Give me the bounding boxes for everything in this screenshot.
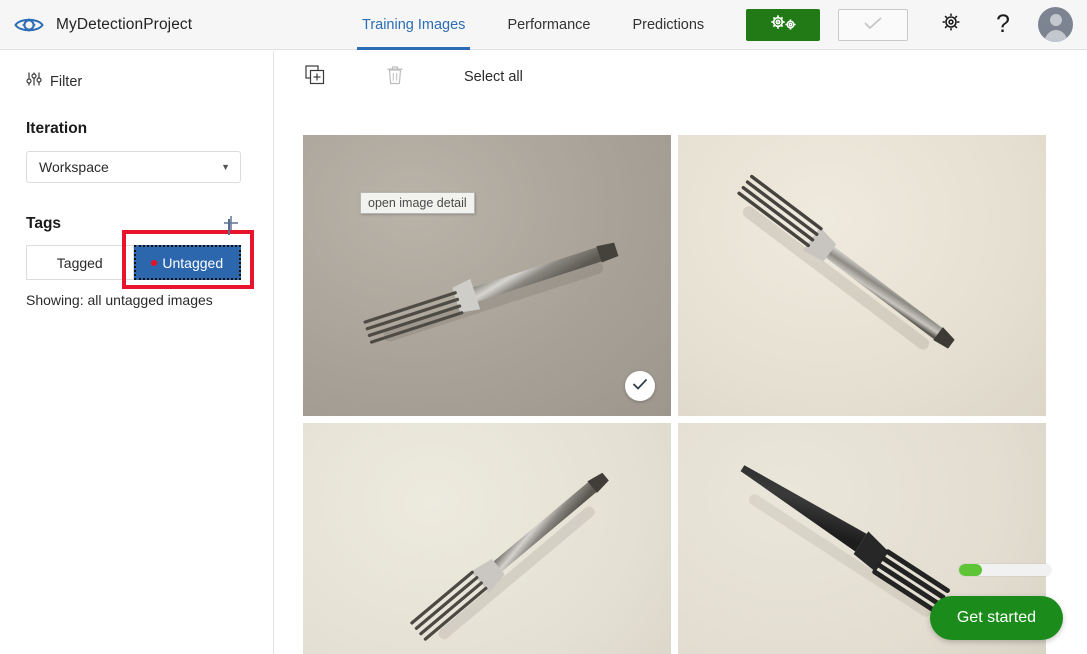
chevron-down-icon: ▼ — [221, 162, 230, 172]
left-sidebar: Filter Iteration Workspace ▼ Tags Tagged… — [0, 51, 274, 654]
page-title: MyDetectionProject — [56, 15, 193, 33]
iteration-select-value: Workspace — [39, 159, 109, 175]
gallery-item-1[interactable]: open image detail — [303, 135, 671, 416]
avatar[interactable] — [1038, 7, 1073, 42]
checkmark-icon — [632, 377, 648, 395]
tag-filter-segmented-control: Tagged Untagged — [26, 245, 241, 280]
eye-gear-icon — [12, 8, 46, 42]
untagged-status-dot — [151, 259, 158, 266]
training-image-1 — [303, 135, 671, 416]
tag-filter-untagged-button[interactable]: Untagged — [133, 245, 241, 280]
settings-button[interactable] — [932, 6, 970, 44]
training-image-2 — [678, 135, 1046, 416]
brand-area: MyDetectionProject — [0, 8, 275, 42]
add-images-button[interactable] — [298, 60, 332, 94]
iteration-select[interactable]: Workspace ▼ — [26, 151, 241, 183]
main-nav-tabs: Training Images Performance Predictions — [341, 0, 725, 50]
select-all-button[interactable]: Select all — [464, 69, 523, 85]
iteration-heading: Iteration — [26, 120, 88, 137]
header-actions: ? — [746, 6, 1087, 44]
filter-label: Filter — [50, 73, 83, 90]
gallery-item-3[interactable] — [303, 423, 671, 654]
image-gallery-grid: open image detail — [275, 135, 1087, 654]
filter-button[interactable]: Filter — [0, 71, 273, 92]
tab-training-images-label: Training Images — [362, 16, 466, 33]
add-images-icon — [305, 64, 325, 90]
filter-sliders-icon — [26, 71, 42, 92]
train-button[interactable] — [746, 8, 820, 41]
help-button[interactable]: ? — [984, 6, 1022, 44]
double-gear-icon — [766, 13, 800, 36]
trash-icon — [386, 65, 404, 90]
app-header: MyDetectionProject Training Images Perfo… — [0, 0, 1087, 50]
annotation-tick-mark — [228, 219, 230, 235]
checkmark-icon — [863, 16, 883, 33]
gear-icon — [940, 11, 962, 38]
onboarding-progress-bar — [959, 564, 1051, 576]
delete-button[interactable] — [378, 60, 412, 94]
tag-filter-tagged-label: Tagged — [56, 254, 103, 271]
question-mark-icon: ? — [996, 10, 1010, 38]
showing-status-text: Showing: all untagged images — [26, 292, 213, 308]
tab-predictions-label: Predictions — [632, 16, 705, 33]
tags-header: Tags — [0, 215, 273, 233]
training-image-3 — [303, 423, 671, 654]
application-window: MyDetectionProject Training Images Perfo… — [0, 0, 1087, 654]
plus-icon[interactable] — [220, 212, 242, 234]
tag-filter-untagged-label: Untagged — [162, 254, 224, 271]
gallery-toolbar: Select all — [275, 51, 1087, 103]
tags-heading: Tags — [26, 215, 62, 232]
tab-training-images[interactable]: Training Images — [341, 0, 486, 50]
tab-predictions[interactable]: Predictions — [611, 0, 725, 50]
image-select-checkmark-button[interactable] — [625, 371, 655, 401]
gallery-item-2[interactable] — [678, 135, 1046, 416]
onboarding-progress-fill — [959, 564, 982, 576]
select-all-label: Select all — [464, 69, 523, 85]
image-tooltip: open image detail — [360, 192, 475, 214]
tab-performance-label: Performance — [507, 16, 591, 33]
tab-performance[interactable]: Performance — [486, 0, 611, 50]
quick-test-button[interactable] — [838, 8, 908, 41]
get-started-button[interactable]: Get started — [929, 596, 1063, 640]
tag-filter-tagged-button[interactable]: Tagged — [26, 245, 134, 280]
